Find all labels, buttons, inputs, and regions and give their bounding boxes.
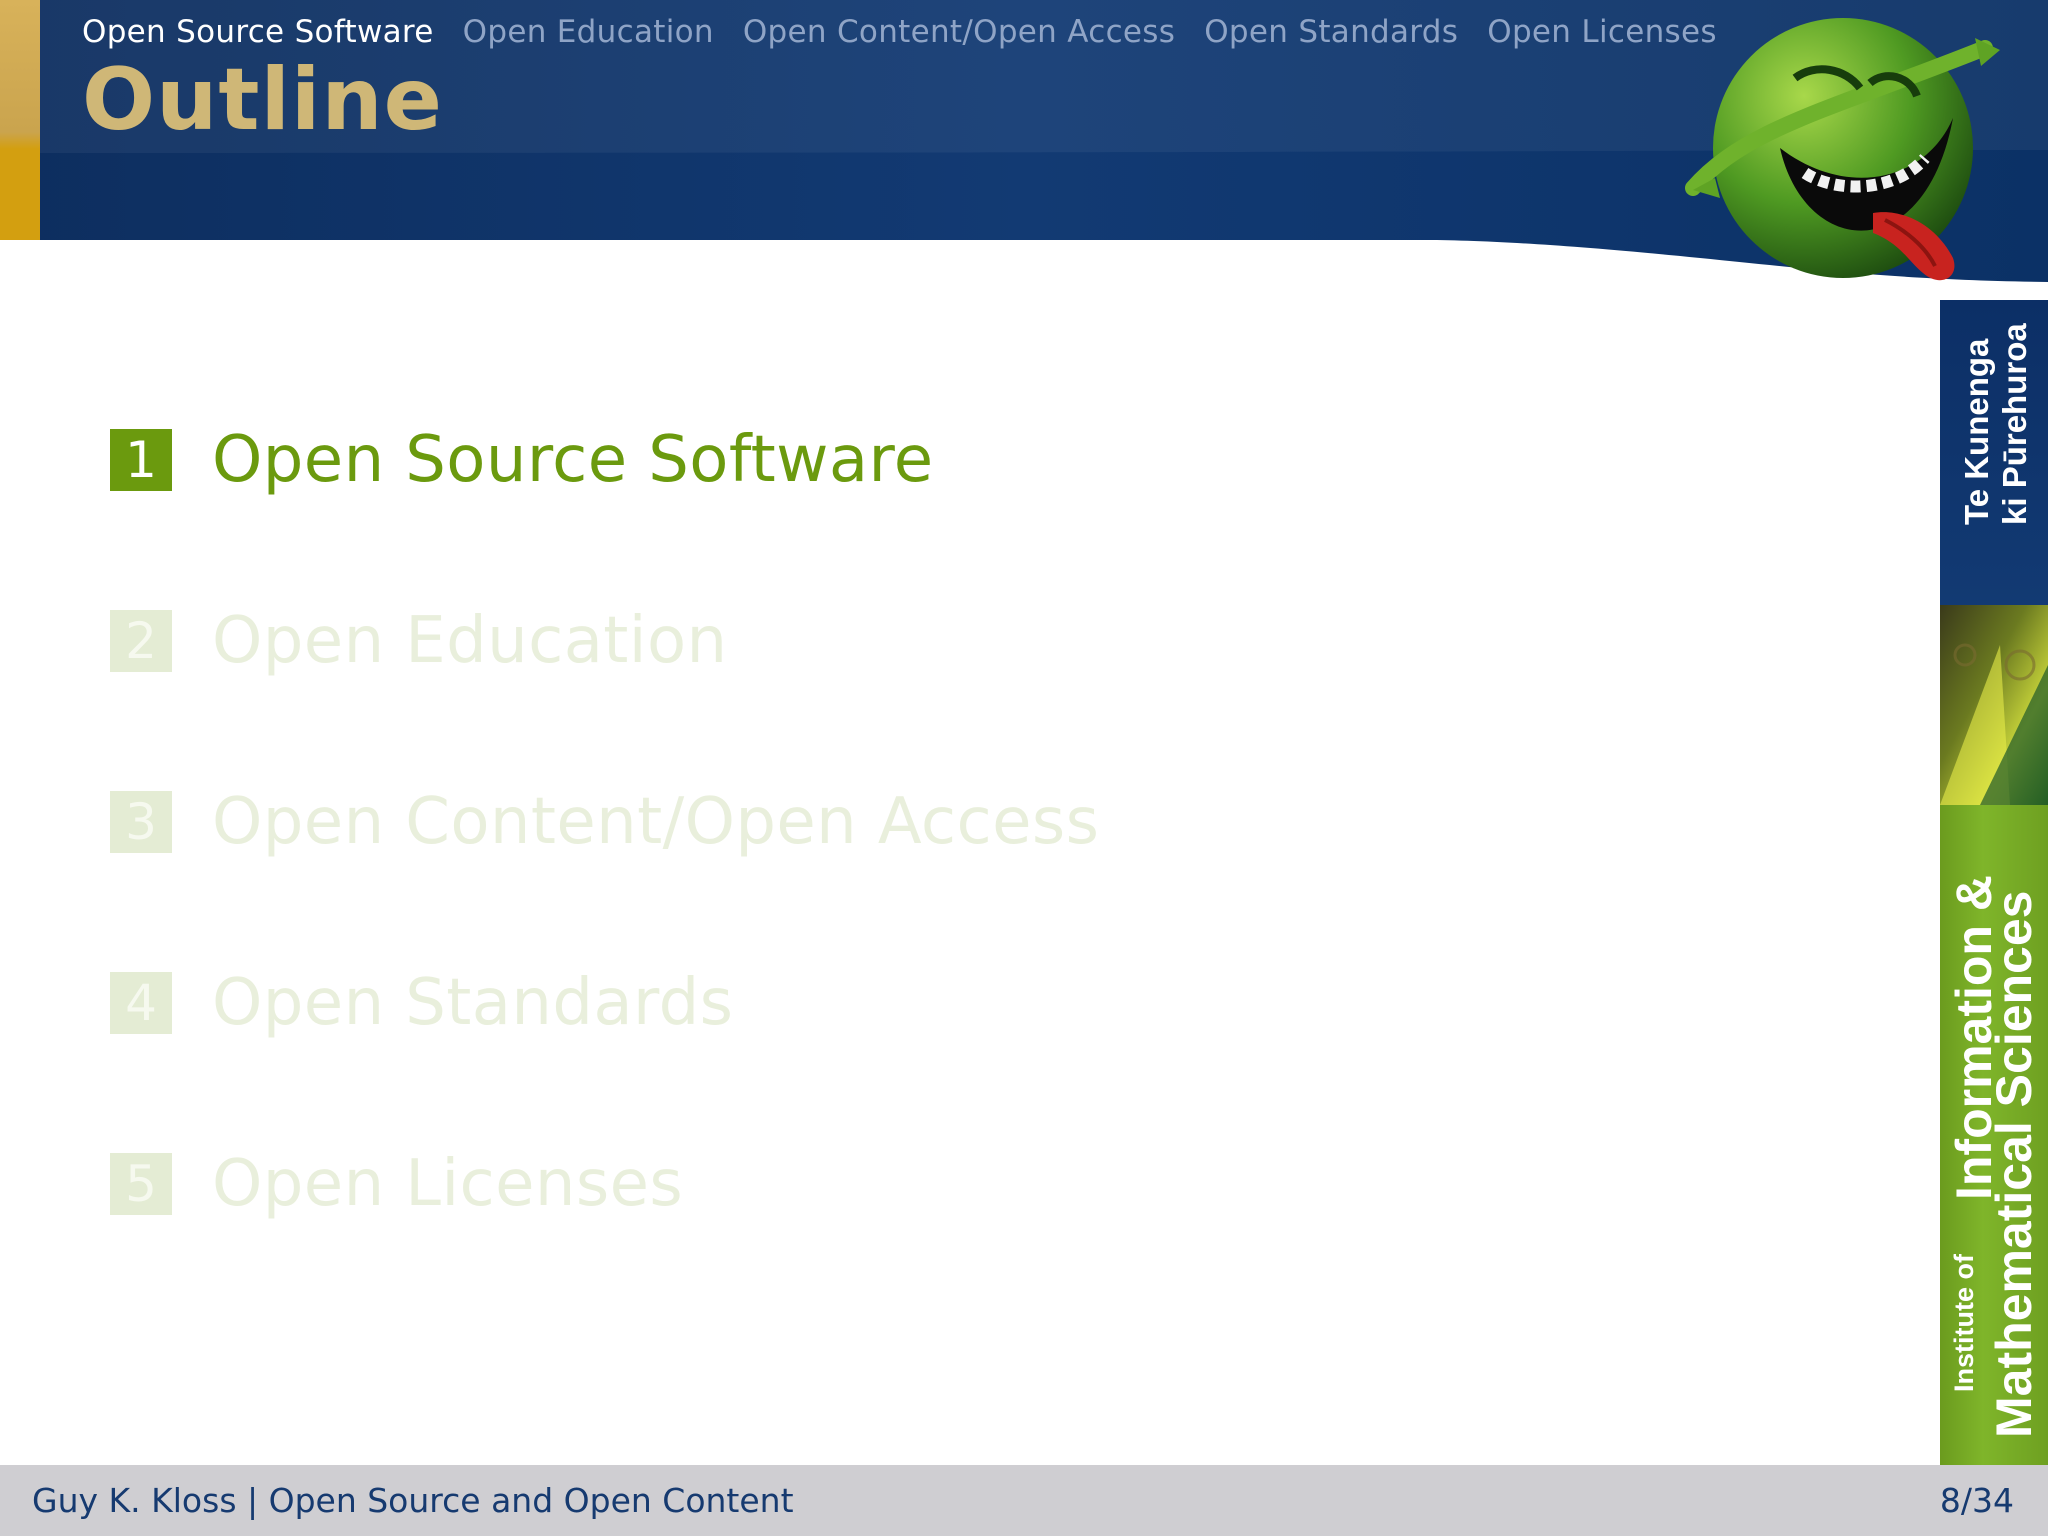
nav-item-open-source-software[interactable]: Open Source Software [82, 14, 434, 50]
slide-header: Open Source Software Open Education Open… [0, 0, 2048, 320]
section-number-badge: 3 [110, 791, 172, 853]
nav-item-open-content[interactable]: Open Content/Open Access [743, 14, 1175, 50]
outline-item-5[interactable]: 5 Open Licenses [110, 1147, 684, 1221]
outline-item-2[interactable]: 2 Open Education [110, 604, 728, 678]
institute-name-line2: Mathematical Sciences [1986, 890, 2042, 1439]
section-number-badge: 2 [110, 610, 172, 672]
section-title: Open Standards [212, 966, 734, 1040]
nav-item-open-education[interactable]: Open Education [463, 14, 714, 50]
section-number-badge: 1 [110, 429, 172, 491]
footer-author-title: Guy K. Kloss | Open Source and Open Cont… [32, 1481, 794, 1520]
science-imagery-icon [1940, 605, 2048, 805]
university-name-line2: ki Pūrehuroa [1996, 323, 2033, 525]
nav-item-open-standards[interactable]: Open Standards [1204, 14, 1458, 50]
section-number-badge: 4 [110, 972, 172, 1034]
outline-item-3[interactable]: 3 Open Content/Open Access [110, 785, 1100, 859]
institute-sidebar: Te Kunenga ki Pūrehuroa Institute of Inf… [1940, 300, 2048, 1465]
nav-item-open-licenses[interactable]: Open Licenses [1487, 14, 1717, 50]
section-number-badge: 5 [110, 1153, 172, 1215]
university-name-line1: Te Kunenga [1958, 338, 1995, 525]
outline-item-4[interactable]: 4 Open Standards [110, 966, 734, 1040]
slide-footer: Guy K. Kloss | Open Source and Open Cont… [0, 1465, 2048, 1536]
frame-title: Outline [82, 50, 443, 150]
outline-item-1[interactable]: 1 Open Source Software [110, 423, 934, 497]
section-navigation: Open Source Software Open Education Open… [82, 10, 1717, 54]
section-title: Open Content/Open Access [212, 785, 1100, 859]
laughing-alien-mascot-icon [1685, 18, 2000, 281]
section-title: Open Source Software [212, 423, 934, 497]
section-title: Open Licenses [212, 1147, 684, 1221]
institute-of-label: Institute of [1949, 1254, 1979, 1392]
page-number: 8/34 [1939, 1481, 2014, 1520]
gold-accent-strip [0, 0, 40, 240]
section-title: Open Education [212, 604, 728, 678]
